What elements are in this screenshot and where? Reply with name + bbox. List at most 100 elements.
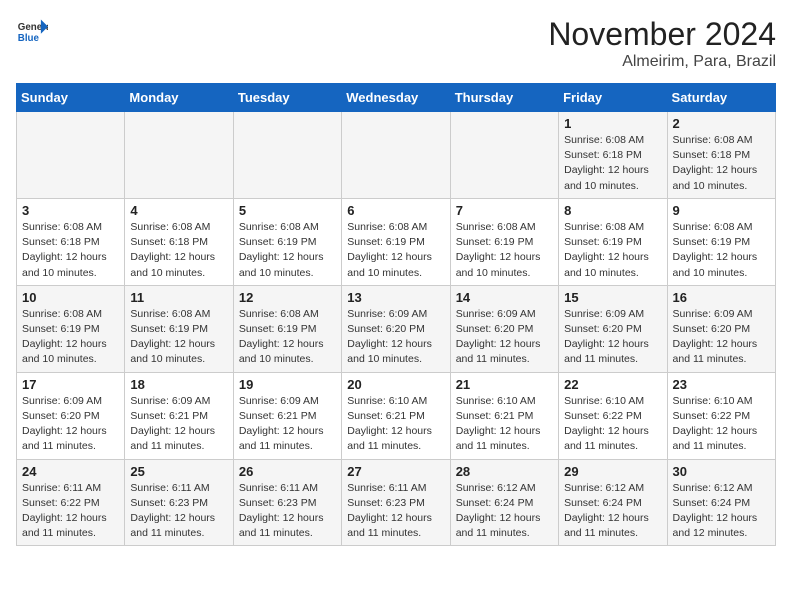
day-info: Sunrise: 6:08 AM Sunset: 6:19 PM Dayligh… bbox=[130, 307, 227, 368]
calendar-cell: 16 Sunrise: 6:09 AM Sunset: 6:20 PM Dayli… bbox=[667, 285, 775, 372]
day-info: Sunrise: 6:10 AM Sunset: 6:21 PM Dayligh… bbox=[347, 394, 444, 455]
week-row-2: 10 Sunrise: 6:08 AM Sunset: 6:19 PM Dayli… bbox=[17, 285, 776, 372]
day-info: Sunrise: 6:09 AM Sunset: 6:21 PM Dayligh… bbox=[130, 394, 227, 455]
day-number: 17 bbox=[22, 377, 119, 392]
day-number: 4 bbox=[130, 203, 227, 218]
day-number: 14 bbox=[456, 290, 553, 305]
day-number: 6 bbox=[347, 203, 444, 218]
day-info: Sunrise: 6:08 AM Sunset: 6:19 PM Dayligh… bbox=[564, 220, 661, 281]
day-info: Sunrise: 6:09 AM Sunset: 6:20 PM Dayligh… bbox=[564, 307, 661, 368]
calendar-cell: 9 Sunrise: 6:08 AM Sunset: 6:19 PM Daylig… bbox=[667, 198, 775, 285]
month-title: November 2024 bbox=[548, 16, 776, 53]
day-number: 8 bbox=[564, 203, 661, 218]
day-info: Sunrise: 6:12 AM Sunset: 6:24 PM Dayligh… bbox=[673, 481, 770, 542]
calendar-cell: 28 Sunrise: 6:12 AM Sunset: 6:24 PM Dayli… bbox=[450, 459, 558, 546]
week-row-4: 24 Sunrise: 6:11 AM Sunset: 6:22 PM Dayli… bbox=[17, 459, 776, 546]
day-number: 26 bbox=[239, 464, 336, 479]
day-info: Sunrise: 6:08 AM Sunset: 6:19 PM Dayligh… bbox=[239, 307, 336, 368]
calendar-cell bbox=[125, 112, 233, 199]
calendar-cell: 4Sunrise: 6:08 AM Sunset: 6:18 PM Daylig… bbox=[125, 198, 233, 285]
day-number: 16 bbox=[673, 290, 770, 305]
logo-icon: General Blue bbox=[16, 16, 48, 48]
day-number: 1 bbox=[564, 116, 661, 131]
day-info: Sunrise: 6:09 AM Sunset: 6:20 PM Dayligh… bbox=[347, 307, 444, 368]
day-info: Sunrise: 6:09 AM Sunset: 6:21 PM Dayligh… bbox=[239, 394, 336, 455]
weekday-header-monday: Monday bbox=[125, 84, 233, 112]
week-row-0: 1 Sunrise: 6:08 AM Sunset: 6:18 PM Daylig… bbox=[17, 112, 776, 199]
calendar-cell: 22Sunrise: 6:10 AM Sunset: 6:22 PM Dayli… bbox=[559, 372, 667, 459]
calendar-body: 1 Sunrise: 6:08 AM Sunset: 6:18 PM Daylig… bbox=[17, 112, 776, 546]
day-number: 10 bbox=[22, 290, 119, 305]
day-number: 21 bbox=[456, 377, 553, 392]
day-info: Sunrise: 6:08 AM Sunset: 6:19 PM Dayligh… bbox=[673, 220, 770, 281]
weekday-header-friday: Friday bbox=[559, 84, 667, 112]
day-info: Sunrise: 6:11 AM Sunset: 6:23 PM Dayligh… bbox=[239, 481, 336, 542]
weekday-header-wednesday: Wednesday bbox=[342, 84, 450, 112]
day-number: 5 bbox=[239, 203, 336, 218]
day-number: 18 bbox=[130, 377, 227, 392]
day-number: 2 bbox=[673, 116, 770, 131]
day-number: 9 bbox=[673, 203, 770, 218]
calendar-cell: 12 Sunrise: 6:08 AM Sunset: 6:19 PM Dayli… bbox=[233, 285, 341, 372]
calendar-cell: 17 Sunrise: 6:09 AM Sunset: 6:20 PM Dayli… bbox=[17, 372, 125, 459]
calendar-cell bbox=[450, 112, 558, 199]
calendar-cell: 1 Sunrise: 6:08 AM Sunset: 6:18 PM Daylig… bbox=[559, 112, 667, 199]
weekday-header-saturday: Saturday bbox=[667, 84, 775, 112]
calendar-cell bbox=[233, 112, 341, 199]
day-info: Sunrise: 6:08 AM Sunset: 6:19 PM Dayligh… bbox=[456, 220, 553, 281]
day-info: Sunrise: 6:10 AM Sunset: 6:22 PM Dayligh… bbox=[673, 394, 770, 455]
day-number: 7 bbox=[456, 203, 553, 218]
day-info: Sunrise: 6:12 AM Sunset: 6:24 PM Dayligh… bbox=[564, 481, 661, 542]
calendar-cell: 14Sunrise: 6:09 AM Sunset: 6:20 PM Dayli… bbox=[450, 285, 558, 372]
day-info: Sunrise: 6:09 AM Sunset: 6:20 PM Dayligh… bbox=[673, 307, 770, 368]
calendar-cell bbox=[342, 112, 450, 199]
day-info: Sunrise: 6:08 AM Sunset: 6:19 PM Dayligh… bbox=[239, 220, 336, 281]
weekday-header-tuesday: Tuesday bbox=[233, 84, 341, 112]
day-number: 19 bbox=[239, 377, 336, 392]
calendar-cell: 20 Sunrise: 6:10 AM Sunset: 6:21 PM Dayli… bbox=[342, 372, 450, 459]
svg-text:Blue: Blue bbox=[18, 33, 40, 44]
day-number: 28 bbox=[456, 464, 553, 479]
calendar-cell: 29Sunrise: 6:12 AM Sunset: 6:24 PM Dayli… bbox=[559, 459, 667, 546]
day-info: Sunrise: 6:11 AM Sunset: 6:23 PM Dayligh… bbox=[130, 481, 227, 542]
day-number: 13 bbox=[347, 290, 444, 305]
day-info: Sunrise: 6:08 AM Sunset: 6:19 PM Dayligh… bbox=[347, 220, 444, 281]
day-number: 25 bbox=[130, 464, 227, 479]
calendar-cell: 24 Sunrise: 6:11 AM Sunset: 6:22 PM Dayli… bbox=[17, 459, 125, 546]
calendar-cell: 7 Sunrise: 6:08 AM Sunset: 6:19 PM Daylig… bbox=[450, 198, 558, 285]
day-info: Sunrise: 6:10 AM Sunset: 6:21 PM Dayligh… bbox=[456, 394, 553, 455]
day-info: Sunrise: 6:09 AM Sunset: 6:20 PM Dayligh… bbox=[22, 394, 119, 455]
day-info: Sunrise: 6:12 AM Sunset: 6:24 PM Dayligh… bbox=[456, 481, 553, 542]
day-info: Sunrise: 6:08 AM Sunset: 6:18 PM Dayligh… bbox=[564, 133, 661, 194]
calendar-cell: 26 Sunrise: 6:11 AM Sunset: 6:23 PM Dayli… bbox=[233, 459, 341, 546]
calendar-cell: 3Sunrise: 6:08 AM Sunset: 6:18 PM Daylig… bbox=[17, 198, 125, 285]
day-number: 20 bbox=[347, 377, 444, 392]
calendar-cell: 25 Sunrise: 6:11 AM Sunset: 6:23 PM Dayli… bbox=[125, 459, 233, 546]
day-number: 15 bbox=[564, 290, 661, 305]
weekday-header-sunday: Sunday bbox=[17, 84, 125, 112]
day-number: 27 bbox=[347, 464, 444, 479]
weekday-header-row: SundayMondayTuesdayWednesdayThursdayFrid… bbox=[17, 84, 776, 112]
day-info: Sunrise: 6:08 AM Sunset: 6:18 PM Dayligh… bbox=[673, 133, 770, 194]
calendar-cell: 18 Sunrise: 6:09 AM Sunset: 6:21 PM Dayli… bbox=[125, 372, 233, 459]
day-number: 24 bbox=[22, 464, 119, 479]
day-number: 23 bbox=[673, 377, 770, 392]
day-number: 22 bbox=[564, 377, 661, 392]
day-number: 30 bbox=[673, 464, 770, 479]
calendar-cell: 19 Sunrise: 6:09 AM Sunset: 6:21 PM Dayli… bbox=[233, 372, 341, 459]
day-number: 11 bbox=[130, 290, 227, 305]
week-row-3: 17 Sunrise: 6:09 AM Sunset: 6:20 PM Dayli… bbox=[17, 372, 776, 459]
calendar-cell: 21 Sunrise: 6:10 AM Sunset: 6:21 PM Dayli… bbox=[450, 372, 558, 459]
calendar-cell: 2 Sunrise: 6:08 AM Sunset: 6:18 PM Daylig… bbox=[667, 112, 775, 199]
calendar-cell: 10Sunrise: 6:08 AM Sunset: 6:19 PM Dayli… bbox=[17, 285, 125, 372]
calendar-cell: 8 Sunrise: 6:08 AM Sunset: 6:19 PM Daylig… bbox=[559, 198, 667, 285]
calendar-cell: 27 Sunrise: 6:11 AM Sunset: 6:23 PM Dayli… bbox=[342, 459, 450, 546]
day-info: Sunrise: 6:11 AM Sunset: 6:22 PM Dayligh… bbox=[22, 481, 119, 542]
calendar-cell: 5 Sunrise: 6:08 AM Sunset: 6:19 PM Daylig… bbox=[233, 198, 341, 285]
calendar-cell: 6 Sunrise: 6:08 AM Sunset: 6:19 PM Daylig… bbox=[342, 198, 450, 285]
weekday-header-thursday: Thursday bbox=[450, 84, 558, 112]
day-info: Sunrise: 6:08 AM Sunset: 6:18 PM Dayligh… bbox=[22, 220, 119, 281]
day-info: Sunrise: 6:11 AM Sunset: 6:23 PM Dayligh… bbox=[347, 481, 444, 542]
day-number: 12 bbox=[239, 290, 336, 305]
calendar-cell bbox=[17, 112, 125, 199]
